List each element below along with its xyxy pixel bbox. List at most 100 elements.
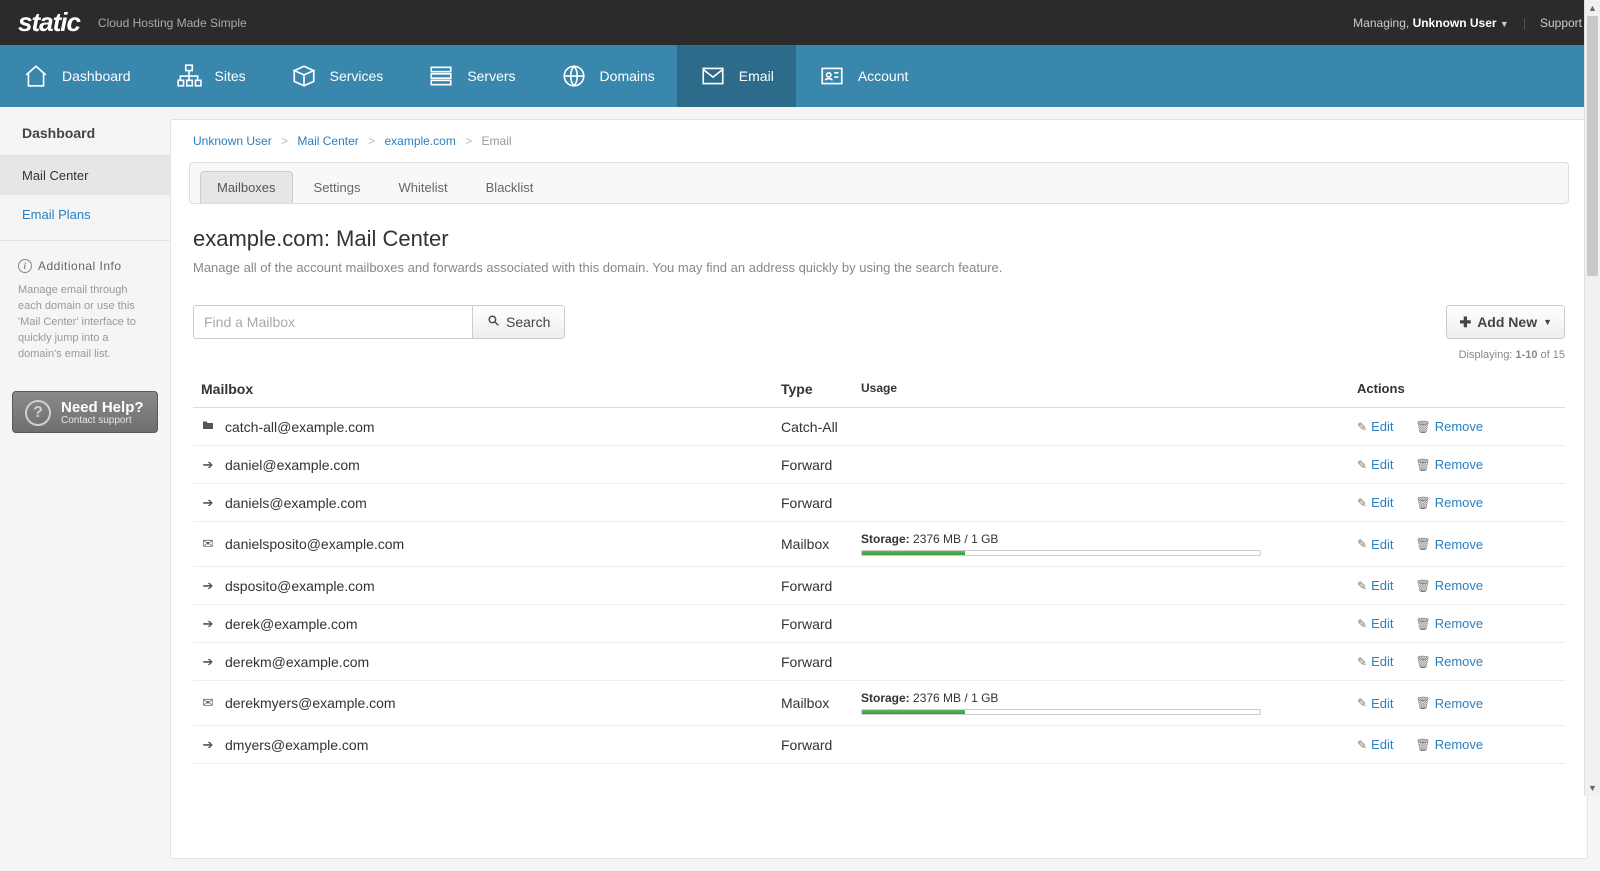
remove-link[interactable]: 🗑Remove	[1415, 654, 1483, 669]
sidebar: Dashboard Mail Center Email Plans iAddit…	[0, 107, 170, 461]
edit-link[interactable]: ✎Edit	[1357, 495, 1393, 510]
mailbox-type: Forward	[781, 457, 861, 473]
arrow-icon: ➔	[201, 578, 215, 594]
col-header-type: Type	[781, 381, 861, 397]
nav-domains[interactable]: Domains	[538, 45, 677, 107]
trash-icon: 🗑	[1415, 458, 1430, 472]
nav-dashboard[interactable]: Dashboard	[0, 45, 153, 107]
support-link[interactable]: Support	[1540, 16, 1582, 30]
remove-link[interactable]: 🗑Remove	[1415, 696, 1483, 711]
table-row: ➔daniel@example.comForward✎Edit🗑Remove	[193, 446, 1565, 484]
edit-link[interactable]: ✎Edit	[1357, 578, 1393, 593]
tab-settings[interactable]: Settings	[297, 171, 378, 203]
mailbox-type: Forward	[781, 616, 861, 632]
pencil-icon: ✎	[1357, 496, 1367, 510]
pencil-icon: ✎	[1357, 537, 1367, 551]
add-new-button[interactable]: ✚ Add New ▼	[1446, 305, 1565, 339]
pencil-icon: ✎	[1357, 420, 1367, 434]
pencil-icon: ✎	[1357, 458, 1367, 472]
trash-icon: 🗑	[1415, 537, 1430, 551]
home-icon	[22, 62, 50, 90]
mailbox-address: catch-all@example.com	[225, 419, 375, 435]
mailbox-type: Mailbox	[781, 536, 861, 552]
mailbox-type: Catch-All	[781, 419, 861, 435]
mailbox-type: Forward	[781, 578, 861, 594]
info-icon: i	[18, 259, 32, 273]
edit-link[interactable]: ✎Edit	[1357, 654, 1393, 669]
remove-link[interactable]: 🗑Remove	[1415, 537, 1483, 552]
trash-icon: 🗑	[1415, 738, 1430, 752]
tab-mailboxes[interactable]: Mailboxes	[200, 171, 293, 203]
topbar: static Cloud Hosting Made Simple Managin…	[0, 0, 1600, 45]
mailbox-address: danielsposito@example.com	[225, 536, 404, 552]
breadcrumb-user[interactable]: Unknown User	[193, 134, 272, 148]
remove-link[interactable]: 🗑Remove	[1415, 616, 1483, 631]
tab-blacklist[interactable]: Blacklist	[469, 171, 551, 203]
caret-down-icon: ▼	[1500, 19, 1509, 29]
mailbox-type: Forward	[781, 495, 861, 511]
breadcrumb-domain[interactable]: example.com	[384, 134, 455, 148]
need-help-button[interactable]: ? Need Help? Contact support	[12, 391, 158, 433]
mail-icon: ✉	[201, 695, 215, 711]
edit-link[interactable]: ✎Edit	[1357, 616, 1393, 631]
table-row: ✉derekmyers@example.comMailboxStorage: 2…	[193, 681, 1565, 726]
sidebar-heading: Dashboard	[0, 107, 170, 156]
storage-value: 2376 MB / 1 GB	[913, 691, 998, 705]
remove-link[interactable]: 🗑Remove	[1415, 457, 1483, 472]
edit-link[interactable]: ✎Edit	[1357, 737, 1393, 752]
breadcrumb-mail-center[interactable]: Mail Center	[297, 134, 358, 148]
col-header-usage: Usage	[861, 381, 1357, 397]
table-row: ➔derekm@example.comForward✎Edit🗑Remove	[193, 643, 1565, 681]
additional-info: iAdditional Info Manage email through ea…	[0, 259, 170, 363]
storage-value: 2376 MB / 1 GB	[913, 532, 998, 546]
mailbox-address: daniels@example.com	[225, 495, 367, 511]
scrollbar[interactable]: ▲ ▼	[1584, 0, 1600, 796]
nav-account[interactable]: Account	[796, 45, 931, 107]
nav-email[interactable]: Email	[677, 45, 796, 107]
content: Unknown User > Mail Center > example.com…	[170, 119, 1588, 859]
managing-user-dropdown[interactable]: Managing, Unknown User ▼	[1353, 16, 1509, 30]
trash-icon: 🗑	[1415, 617, 1430, 631]
server-icon	[427, 62, 455, 90]
mailbox-address: dmyers@example.com	[225, 737, 368, 753]
remove-link[interactable]: 🗑Remove	[1415, 578, 1483, 593]
pencil-icon: ✎	[1357, 579, 1367, 593]
pencil-icon: ✎	[1357, 655, 1367, 669]
arrow-icon: ➔	[201, 616, 215, 632]
page-desc: Manage all of the account mailboxes and …	[193, 260, 1565, 275]
tab-whitelist[interactable]: Whitelist	[382, 171, 465, 203]
remove-link[interactable]: 🗑Remove	[1415, 495, 1483, 510]
search-button[interactable]: Search	[473, 305, 565, 339]
logo[interactable]: static	[18, 7, 80, 38]
mailbox-address: derek@example.com	[225, 616, 358, 632]
nav-sites[interactable]: Sites	[153, 45, 268, 107]
remove-link[interactable]: 🗑Remove	[1415, 419, 1483, 434]
sidebar-item-mail-center[interactable]: Mail Center	[0, 156, 170, 195]
edit-link[interactable]: ✎Edit	[1357, 419, 1393, 434]
search-input[interactable]	[193, 305, 473, 339]
scroll-up-icon[interactable]: ▲	[1585, 0, 1600, 16]
mail-icon	[699, 62, 727, 90]
mail-icon: ✉	[201, 536, 215, 552]
nav-servers[interactable]: Servers	[405, 45, 537, 107]
displaying-label: Displaying: 1-10 of 15	[193, 349, 1565, 361]
id-card-icon	[818, 62, 846, 90]
trash-icon: 🗑	[1415, 579, 1430, 593]
scroll-thumb[interactable]	[1587, 16, 1598, 276]
tagline: Cloud Hosting Made Simple	[98, 16, 247, 30]
remove-link[interactable]: 🗑Remove	[1415, 737, 1483, 752]
mailbox-address: derekm@example.com	[225, 654, 369, 670]
trash-icon: 🗑	[1415, 496, 1430, 510]
storage-bar	[861, 550, 1261, 556]
sidebar-item-email-plans[interactable]: Email Plans	[0, 195, 170, 234]
edit-link[interactable]: ✎Edit	[1357, 537, 1393, 552]
mailbox-address: dsposito@example.com	[225, 578, 375, 594]
mailbox-address: derekmyers@example.com	[225, 695, 396, 711]
nav-services[interactable]: Services	[268, 45, 406, 107]
mailbox-type: Forward	[781, 654, 861, 670]
edit-link[interactable]: ✎Edit	[1357, 457, 1393, 472]
folder-icon	[201, 419, 215, 434]
edit-link[interactable]: ✎Edit	[1357, 696, 1393, 711]
storage-bar	[861, 709, 1261, 715]
scroll-down-icon[interactable]: ▼	[1585, 780, 1600, 796]
